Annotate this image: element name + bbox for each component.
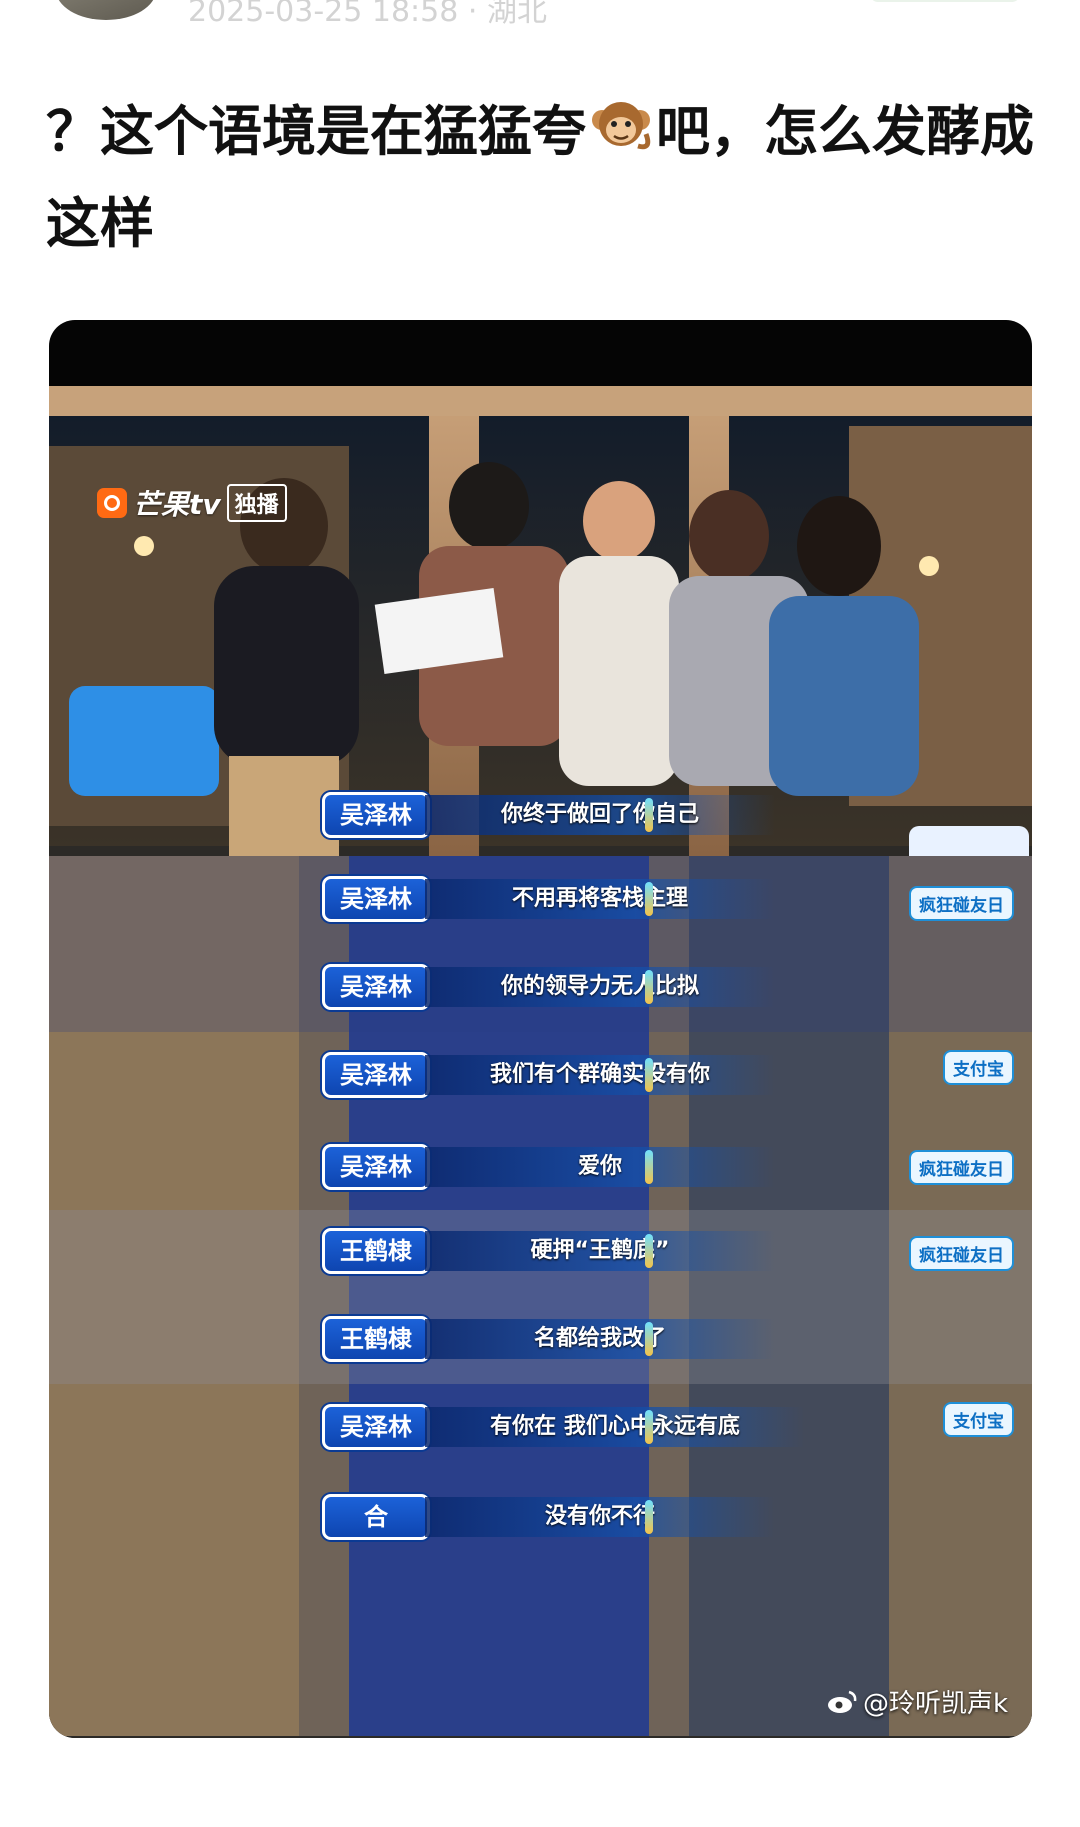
subtitle-strip: 王鹤棣 名都给我改了 [49,1296,1032,1384]
title-text-before: ？这个语境是在猛猛夸 [46,100,586,163]
speaker-tag: 王鹤棣 [322,1228,430,1274]
subtitle-line: 没有你不行 [425,1497,775,1537]
avatar[interactable] [56,0,156,20]
surfboard-icon [645,1322,653,1356]
weibo-watermark: @玲听凯声k [827,1683,1008,1720]
speaker-tag: 吴泽林 [322,1144,430,1190]
subtitle-line: 有你在 我们心中永远有底 [425,1407,805,1447]
speaker-tag: 吴泽林 [322,1052,430,1098]
variety-show-scene: 芒果tv 独播 吴泽林 你终于做回了你自己 吴泽林 不用再将客栈主理 疯狂碰友日… [49,386,1032,1738]
surfboard-icon [645,798,653,832]
subtitle-line: 不用再将客栈主理 [425,879,775,919]
surfboard-icon [645,970,653,1004]
surfboard-icon [645,882,653,916]
exclusive-badge: 独播 [226,484,287,522]
surfboard-icon [645,1150,653,1184]
subtitle-line: 爱你 [425,1147,775,1187]
sponsor-badge: 支付宝 [943,1402,1014,1437]
subtitle-strip: 吴泽林 我们有个群确实没有你 支付宝 [49,1032,1032,1120]
subtitle-line: 硬押“王鹤底” [425,1231,775,1271]
subtitle-line: 名都给我改了 [425,1319,775,1359]
subtitle-strip: 合 没有你不行 [49,1472,1032,1568]
subtitle-line: 我们有个群确实没有你 [425,1055,775,1095]
subtitle-strip: 吴泽林 你的领导力无人比拟 [49,944,1032,1032]
speaker-tag: 吴泽林 [322,964,430,1010]
show-badge: 疯狂碰友日 [909,1236,1014,1271]
surfboard-icon [645,1500,653,1534]
post-header: 2025-03-25 18:58 · 湖北 [0,0,1080,30]
speaker-tag: 合 [322,1494,430,1540]
speaker-tag: 吴泽林 [322,876,430,922]
subtitle-strip: 吴泽林 不用再将客栈主理 疯狂碰友日 [49,856,1032,944]
surfboard-icon [645,1410,653,1444]
follow-button[interactable] [870,0,1020,2]
video-screenshot-collage[interactable]: 芒果tv 独播 吴泽林 你终于做回了你自己 吴泽林 不用再将客栈主理 疯狂碰友日… [49,320,1032,1738]
sponsor-badge: 支付宝 [943,1050,1014,1085]
subtitle-strip: 吴泽林 爱你 疯狂碰友日 [49,1120,1032,1210]
show-badge: 疯狂碰友日 [909,1150,1014,1185]
monkey-emoji-icon [588,94,654,160]
mango-tv-icon [97,488,127,518]
post-meta: 2025-03-25 18:58 · 湖北 [188,0,547,29]
show-badge: 疯狂碰友日 [909,886,1014,921]
subtitle-strip: 王鹤棣 硬押“王鹤底” 疯狂碰友日 [49,1210,1032,1296]
speaker-tag: 王鹤棣 [322,1316,430,1362]
channel-logo: 芒果tv 独播 [97,484,287,522]
channel-name: 芒果tv [133,488,221,521]
post-title: ？这个语境是在猛猛夸 吧，怎么发酵成这样 [46,86,1036,270]
surfboard-icon [645,1234,653,1268]
speaker-tag: 吴泽林 [322,792,430,838]
subtitle-line: 你的领导力无人比拟 [425,967,775,1007]
subtitle-line: 你终于做回了你自己 [425,795,775,835]
surfboard-icon [645,1058,653,1092]
speaker-tag: 吴泽林 [322,1404,430,1450]
subtitle-strip: 吴泽林 你终于做回了你自己 [49,762,1032,856]
watermark-text: @玲听凯声k [862,1689,1008,1719]
weibo-icon [827,1690,857,1714]
subtitle-strip: 吴泽林 有你在 我们心中永远有底 支付宝 [49,1384,1032,1472]
